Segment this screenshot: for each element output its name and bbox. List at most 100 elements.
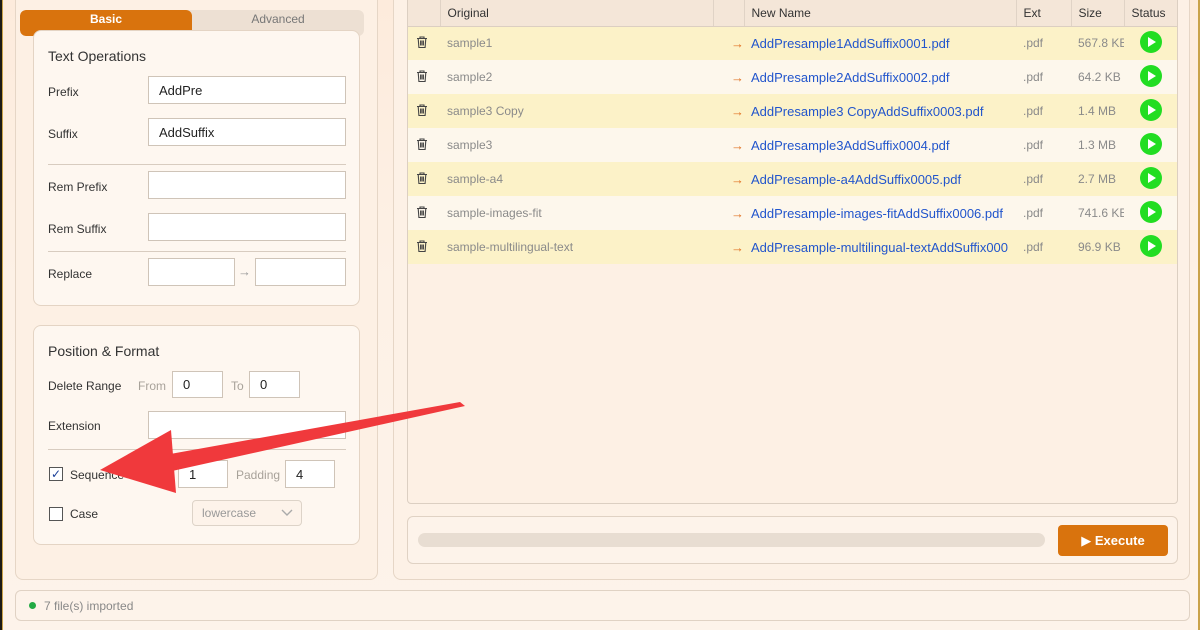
ext-cell: .pdf [1023, 36, 1044, 51]
size-cell: 1.4 MB [1078, 104, 1117, 118]
ext-cell: .pdf [1023, 138, 1044, 152]
delete-from-input[interactable] [172, 371, 223, 398]
table-row[interactable]: sample1 → AddPresample1AddSuffix0001.pdf .p… [408, 26, 1177, 60]
table-row[interactable]: sample2 → AddPresample2AddSuffix0002.pdf .p… [408, 60, 1177, 94]
card-title-text-operations: Text Operations [48, 48, 147, 64]
trash-icon[interactable] [415, 137, 429, 154]
case-select[interactable]: lowercase [192, 500, 302, 526]
play-icon: ▶ [1081, 533, 1092, 548]
table-row[interactable]: sample3 Copy → AddPresample3 CopyAddSuffix… [408, 94, 1177, 128]
size-cell: 96.9 KB [1078, 240, 1121, 254]
status-ok-icon[interactable] [1140, 98, 1162, 121]
original-name-cell: sample-multilingual-text [447, 240, 574, 254]
status-ok-icon[interactable] [1140, 200, 1162, 223]
sequence-checkbox[interactable]: ✓ [49, 467, 63, 481]
delete-cell [408, 196, 440, 230]
status-cell [1124, 162, 1177, 196]
status-cell [1124, 128, 1177, 162]
status-ok-icon[interactable] [1140, 132, 1162, 155]
progress-bar [418, 533, 1045, 547]
status-ok-icon[interactable] [1140, 30, 1162, 53]
rem-prefix-input[interactable] [148, 171, 346, 199]
original-name-cell: sample3 Copy [447, 104, 524, 118]
size-cell: 1.3 MB [1078, 138, 1117, 152]
status-ok-icon[interactable] [1140, 64, 1162, 87]
ext-cell: .pdf [1023, 172, 1044, 186]
col-header-ext[interactable]: Ext [1016, 0, 1072, 27]
rename-arrow-icon: → [731, 205, 744, 221]
prefix-input[interactable] [148, 76, 346, 104]
rename-arrow-icon: → [731, 171, 744, 187]
case-checkbox[interactable] [49, 507, 63, 521]
card-title-position-format: Position & Format [48, 343, 160, 359]
col-header-arrow [713, 0, 745, 27]
col-header-new-name[interactable]: New Name [744, 0, 1017, 27]
app-window: Basic Advanced Text Operations Prefix Su… [2, 0, 1198, 630]
size-cell: 741.6 KB [1078, 206, 1124, 220]
delete-cell [408, 162, 440, 196]
execute-button[interactable]: ▶ Execute [1058, 525, 1168, 556]
prefix-label: Prefix [48, 85, 79, 99]
ext-cell: .pdf [1023, 104, 1044, 118]
status-bar: 7 file(s) imported [15, 590, 1190, 621]
delete-cell [408, 26, 440, 60]
table-row[interactable]: sample-a4 → AddPresample-a4AddSuffix0005.p… [408, 162, 1177, 196]
delete-to-input[interactable] [249, 371, 300, 398]
ext-cell: .pdf [1023, 70, 1044, 84]
rem-prefix-label: Rem Prefix [48, 180, 108, 194]
extension-label: Extension [48, 419, 101, 433]
status-cell [1124, 196, 1177, 230]
delete-range-label: Delete Range [48, 379, 122, 393]
rename-arrow-icon: → [731, 69, 744, 85]
status-text: 7 file(s) imported [44, 599, 134, 613]
divider [48, 164, 346, 165]
divider [48, 251, 346, 252]
delete-cell [408, 128, 440, 162]
suffix-input[interactable] [148, 118, 346, 146]
trash-icon[interactable] [415, 103, 429, 120]
trash-icon[interactable] [415, 205, 429, 222]
delete-cell [408, 94, 440, 128]
rename-arrow-icon: → [731, 137, 744, 153]
position-format-card: Position & Format Delete Range From To E… [33, 325, 360, 545]
text-operations-card: Text Operations Prefix Suffix Rem Prefix… [33, 30, 360, 306]
status-ok-icon[interactable] [1140, 166, 1162, 189]
status-cell [1124, 26, 1177, 60]
chevron-down-icon [281, 501, 293, 533]
replace-from-input[interactable] [148, 258, 235, 286]
to-label: To [231, 379, 244, 393]
trash-icon[interactable] [415, 239, 429, 256]
size-cell: 567.8 KB [1078, 36, 1124, 51]
status-cell [1124, 60, 1177, 94]
trash-icon[interactable] [415, 171, 429, 188]
extension-input[interactable] [148, 411, 346, 439]
original-name-cell: sample2 [447, 70, 493, 84]
rem-suffix-input[interactable] [148, 213, 346, 241]
col-header-original[interactable]: Original [440, 0, 714, 27]
original-name-cell: sample-images-fit [447, 206, 542, 220]
trash-icon[interactable] [415, 36, 429, 52]
replace-to-input[interactable] [255, 258, 346, 286]
table-header-row: Original New Name Ext Size Status [408, 0, 1177, 27]
new-name-cell: AddPresample3 CopyAddSuffix0003.pdf [751, 103, 984, 119]
start-label: Start [148, 468, 174, 482]
col-header-size[interactable]: Size [1071, 0, 1125, 27]
sequence-padding-input[interactable] [285, 460, 335, 488]
table-row[interactable]: sample-images-fit → AddPresample-images-fi… [408, 196, 1177, 230]
new-name-cell: AddPresample2AddSuffix0002.pdf [751, 69, 950, 85]
original-name-cell: sample3 [447, 138, 493, 152]
file-table: Original New Name Ext Size Status sample… [407, 0, 1178, 504]
table-row[interactable]: sample3 → AddPresample3AddSuffix0004.pdf .p… [408, 128, 1177, 162]
status-cell [1124, 230, 1177, 264]
rem-suffix-label: Rem Suffix [48, 222, 107, 236]
col-header-status[interactable]: Status [1124, 0, 1177, 27]
delete-cell [408, 60, 440, 94]
padding-label: Padding [236, 468, 281, 482]
original-name-cell: sample-a4 [447, 172, 504, 186]
replace-arrow-icon: → [238, 264, 251, 279]
sequence-start-input[interactable] [178, 460, 228, 488]
table-row[interactable]: sample-multilingual-text → AddPresample-mu… [408, 230, 1177, 264]
status-ok-icon[interactable] [1140, 234, 1162, 257]
divider [48, 449, 346, 450]
trash-icon[interactable] [415, 69, 429, 86]
